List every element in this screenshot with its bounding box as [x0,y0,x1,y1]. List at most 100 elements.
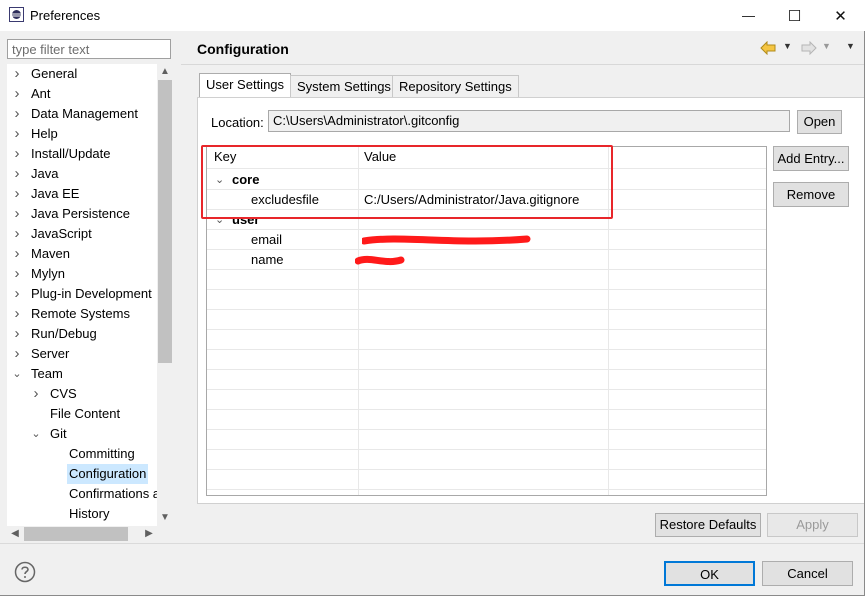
empty-table-row [207,470,766,490]
chevron-right-icon[interactable]: › [12,104,22,124]
chevron-right-icon[interactable]: › [12,264,22,284]
tree-horizontal-scroll-thumb[interactable] [24,527,128,541]
table-row[interactable]: email [207,230,766,250]
tree-item-label: Confirmations a [69,486,157,501]
cancel-button[interactable]: Cancel [762,561,853,586]
eclipse-app-icon [9,7,24,22]
preference-tree[interactable]: › General › Ant › Data Management › Help › Instal… [7,64,157,526]
scroll-up-icon[interactable]: ▲ [157,64,173,80]
tree-item-label: Server [31,346,70,361]
chevron-right-icon[interactable]: › [12,124,22,144]
page-title: Configuration [197,41,289,57]
forward-dropdown-icon[interactable]: ▼ [822,41,831,51]
entry-key: email [251,232,283,247]
tree-item[interactable]: History [7,504,157,524]
view-menu-icon[interactable]: ▼ [846,41,855,51]
tab-repository-settings[interactable]: Repository Settings [392,75,519,98]
chevron-right-icon[interactable]: › [12,344,22,364]
tree-item[interactable]: › Mylyn [7,264,157,284]
chevron-right-icon[interactable]: › [12,244,22,264]
tree-item[interactable]: Configuration [7,464,157,484]
tree-item[interactable]: › Data Management [7,104,157,124]
chevron-down-icon[interactable]: ⌄ [12,364,22,384]
back-arrow-icon[interactable] [760,41,776,55]
tree-item[interactable]: ⌄ Git [7,424,157,444]
chevron-right-icon[interactable]: › [12,144,22,164]
tree-item-label: Committing [69,446,135,461]
tree-item[interactable]: › Remote Systems [7,304,157,324]
empty-table-row [207,390,766,410]
tree-item[interactable]: ⌄ Team [7,364,157,384]
chevron-down-icon[interactable]: ⌄ [31,424,41,444]
tree-item[interactable]: › Install/Update [7,144,157,164]
scroll-left-icon[interactable]: ◀ [7,526,23,542]
filter-input[interactable] [7,39,171,59]
empty-table-row [207,350,766,370]
tree-item[interactable]: › CVS [7,384,157,404]
redaction-mark [355,255,405,266]
chevron-right-icon[interactable]: › [12,284,22,304]
tree-item-label: Mylyn [31,266,65,281]
tree-vertical-scroll-thumb[interactable] [158,80,172,363]
back-dropdown-icon[interactable]: ▼ [783,41,792,51]
chevron-right-icon[interactable]: › [12,324,22,344]
tree-item-label: Run/Debug [31,326,97,341]
tree-item[interactable]: Committing [7,444,157,464]
ok-button[interactable]: OK [664,561,755,586]
tree-item[interactable]: › Plug-in Development [7,284,157,304]
tree-item-label: Java EE [31,186,80,201]
tab-user-settings[interactable]: User Settings [199,73,292,99]
chevron-right-icon[interactable]: › [12,224,22,244]
tree-item[interactable]: › Java EE [7,184,157,204]
tree-item[interactable]: › General [7,64,157,84]
header-separator [181,64,864,65]
empty-table-row [207,450,766,470]
chevron-right-icon[interactable]: › [31,384,41,404]
tree-item-label: CVS [50,386,77,401]
tree-item-label: Ant [31,86,51,101]
tree-item[interactable]: › Maven [7,244,157,264]
tree-item-label: Git [50,426,67,441]
tree-item[interactable]: › Ant [7,84,157,104]
redaction-mark [362,235,531,245]
tree-item-label: Install/Update [31,146,111,161]
tree-item-label: Java Persistence [31,206,130,221]
forward-arrow-icon[interactable] [801,41,817,55]
chevron-right-icon[interactable]: › [12,64,22,84]
chevron-right-icon[interactable]: › [12,304,22,324]
tree-item-label: File Content [50,406,121,421]
tree-item[interactable]: File Content [7,404,157,424]
tree-item-label: History [69,506,110,521]
scroll-right-icon[interactable]: ▶ [141,526,157,542]
minimize-button[interactable]: — [726,0,771,31]
chevron-right-icon[interactable]: › [12,204,22,224]
add-entry-button[interactable]: Add Entry... [773,146,849,171]
tab-system-settings[interactable]: System Settings [290,75,398,98]
tree-item[interactable]: › Help [7,124,157,144]
maximize-button[interactable]: ☐ [772,0,817,31]
chevron-right-icon[interactable]: › [12,84,22,104]
open-button[interactable]: Open [797,110,842,134]
chevron-right-icon[interactable]: › [12,184,22,204]
empty-table-row [207,290,766,310]
scroll-down-icon[interactable]: ▼ [157,510,173,526]
remove-button[interactable]: Remove [773,182,849,207]
tree-item[interactable]: › Server [7,344,157,364]
help-icon[interactable] [14,561,36,583]
tree-item-label: Maven [31,246,71,261]
tree-item[interactable]: › Java Persistence [7,204,157,224]
apply-button[interactable]: Apply [767,513,858,537]
maximize-icon: ☐ [787,7,802,25]
location-field[interactable]: C:\Users\Administrator\.gitconfig [268,110,790,132]
close-button[interactable]: ✕ [818,0,863,31]
tree-item[interactable]: › Java [7,164,157,184]
chevron-right-icon[interactable]: › [12,164,22,184]
tree-item[interactable]: › Run/Debug [7,324,157,344]
empty-table-row [207,430,766,450]
tree-item-label: General [31,66,78,81]
tree-item[interactable]: Confirmations a [7,484,157,504]
tree-item-label: Remote Systems [31,306,130,321]
table-row[interactable]: name [207,250,766,270]
restore-defaults-button[interactable]: Restore Defaults [655,513,761,537]
tree-item[interactable]: › JavaScript [7,224,157,244]
